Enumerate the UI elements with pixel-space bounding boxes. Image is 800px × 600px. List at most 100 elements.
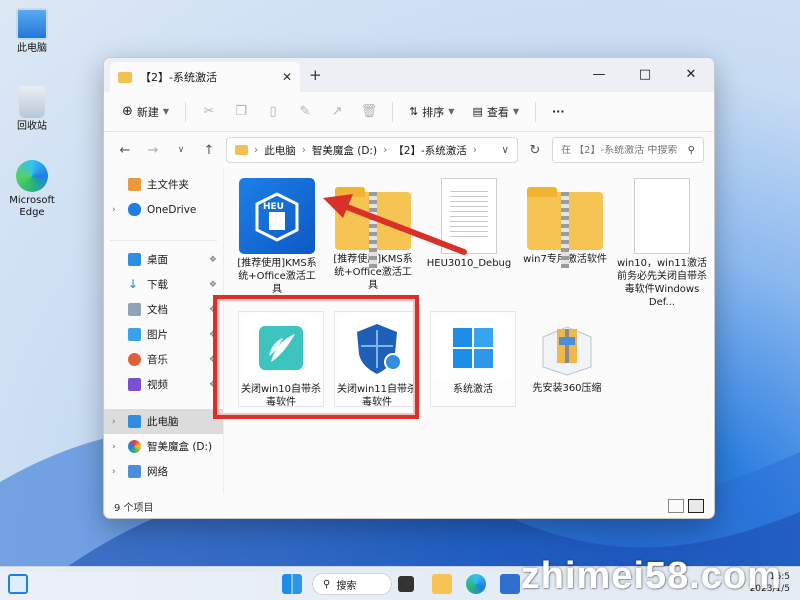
maximize-button[interactable]: □	[622, 58, 668, 90]
address-bar-row: ← → ∨ ↑ › 此电脑 › 智美魔盒 (D:) › 【2】-系统激活 › ∨…	[104, 132, 714, 168]
up-arrow-icon[interactable]: ↑	[198, 143, 220, 158]
sidebar-item-onedrive[interactable]: › OneDrive	[104, 197, 223, 222]
sidebar-item-network[interactable]: › 网络	[104, 459, 223, 484]
zip-folder-icon	[335, 187, 411, 268]
download-icon: ↓	[128, 277, 139, 291]
new-tab-button[interactable]: +	[309, 66, 322, 84]
sidebar-item-label: 网络	[147, 466, 168, 478]
chevron-right-icon[interactable]: ›	[112, 442, 122, 452]
breadcrumb-item[interactable]: 智美魔盒 (D:)	[312, 143, 377, 158]
chevron-right-icon: ›	[301, 144, 306, 156]
sort-button[interactable]: ⇅ 排序 ▼	[403, 100, 460, 124]
edge-taskbar-icon[interactable]	[466, 574, 486, 594]
file-item-kms-zip[interactable]: [推荐使用]KMS系统+Office激活工具	[330, 178, 416, 292]
sidebar-divider	[110, 240, 217, 241]
sidebar-item-music[interactable]: 音乐 ❖	[104, 347, 223, 372]
chevron-right-icon[interactable]: ›	[112, 467, 122, 477]
shield-icon	[339, 316, 415, 380]
new-button-label: 新建	[136, 105, 159, 119]
desktop-icon-edge[interactable]: Microsoft Edge	[0, 160, 64, 219]
pin-icon: ❖	[208, 354, 217, 365]
file-item-system-activation[interactable]: 系统激活	[430, 311, 516, 407]
start-windows-logo-icon[interactable]	[282, 574, 302, 594]
sidebar-item-this-pc[interactable]: › 此电脑	[104, 409, 223, 434]
search-icon: ⚲	[687, 144, 695, 156]
recent-chevron-icon[interactable]: ∨	[170, 145, 192, 155]
sidebar-item-label: 主文件夹	[147, 179, 189, 191]
taskbar-search-button[interactable]: ⚲ 搜索	[312, 573, 392, 595]
sidebar-item-documents[interactable]: 文档 ❖	[104, 297, 223, 322]
file-explorer-taskbar-icon[interactable]	[432, 574, 452, 594]
back-arrow-icon[interactable]: ←	[114, 143, 136, 158]
sidebar-item-label: OneDrive	[147, 203, 197, 216]
sidebar-item-drive-d[interactable]: › 智美魔盒 (D:)	[104, 434, 223, 459]
sidebar-item-label: 此电脑	[147, 416, 179, 428]
refresh-icon[interactable]: ↻	[524, 143, 546, 158]
pin-icon: ❖	[208, 279, 217, 290]
close-button[interactable]: ✕	[668, 58, 714, 90]
home-icon	[128, 178, 141, 191]
navigation-pane: 主文件夹 › OneDrive 桌面 ❖ ↓ 下载 ❖ 文档 ❖ 图片 ❖ 音乐…	[104, 168, 224, 494]
cut-icon[interactable]: ✂	[196, 101, 222, 123]
document-icon	[441, 178, 497, 254]
sort-button-label: 排序	[422, 105, 445, 119]
file-item-win7-zip[interactable]: win7专用激活软件	[522, 178, 608, 268]
view-button[interactable]: ▤ 查看 ▼	[466, 100, 525, 124]
sidebar-item-downloads[interactable]: ↓ 下载 ❖	[104, 272, 223, 297]
file-name: 先安装360压缩	[532, 383, 602, 394]
sidebar-item-label: 下载	[147, 279, 168, 291]
file-item-360-zip[interactable]: 先安装360压缩	[524, 315, 610, 395]
new-button[interactable]: ⊕ 新建 ▼	[116, 100, 175, 124]
search-input[interactable]	[561, 144, 688, 156]
chevron-right-icon: ›	[383, 144, 388, 156]
chevron-down-icon[interactable]: ∨	[501, 144, 509, 156]
item-count: 9 个项目	[114, 502, 154, 514]
command-bar: ⊕ 新建 ▼ ✂ ❐ ▯ ✎ ↗ 🗑 ⇅ 排序 ▼ ▤ 查看 ▼ ···	[104, 92, 714, 132]
file-name: 关闭win10自带杀毒软件	[240, 384, 322, 408]
large-icons-view-icon[interactable]	[688, 499, 704, 513]
file-item-kms-tool[interactable]: HEU [推荐使用]KMS系统+Office激活工具	[234, 178, 320, 296]
desktop-icon-recycle-bin[interactable]: 回收站	[0, 86, 64, 133]
copy-icon[interactable]: ❐	[228, 101, 254, 123]
more-options-button[interactable]: ···	[546, 101, 571, 122]
rename-icon[interactable]: ✎	[292, 101, 318, 123]
chevron-right-icon[interactable]: ›	[112, 205, 122, 215]
search-box[interactable]: ⚲	[552, 137, 704, 163]
file-item-disable-win10-defender[interactable]: 关闭win10自带杀毒软件	[238, 311, 324, 408]
breadcrumb-item[interactable]: 【2】-系统激活	[393, 143, 466, 158]
forward-arrow-icon[interactable]: →	[142, 143, 164, 158]
desktop-icon-this-pc[interactable]: 此电脑	[0, 8, 64, 55]
sidebar-item-label: 智美魔盒 (D:)	[147, 441, 213, 453]
file-item-disable-win11-defender[interactable]: 关闭win11自带杀毒软件	[334, 311, 420, 408]
sidebar-item-label: 文档	[147, 304, 168, 316]
paste-icon[interactable]: ▯	[260, 101, 286, 123]
task-view-icon[interactable]	[398, 576, 414, 592]
share-icon[interactable]: ↗	[324, 101, 350, 123]
recycle-bin-icon	[19, 86, 45, 118]
main-area: 主文件夹 › OneDrive 桌面 ❖ ↓ 下载 ❖ 文档 ❖ 图片 ❖ 音乐…	[104, 168, 714, 494]
folder-icon	[118, 71, 132, 83]
picture-icon	[128, 328, 141, 341]
details-view-icon[interactable]	[668, 499, 684, 513]
tab-close-button[interactable]: ✕	[282, 70, 292, 84]
minimize-button[interactable]: —	[576, 58, 622, 90]
drive-icon	[128, 440, 141, 453]
delete-icon[interactable]: 🗑	[356, 101, 382, 123]
file-item-heu-debug[interactable]: HEU3010_Debug	[426, 178, 512, 270]
breadcrumb[interactable]: › 此电脑 › 智美魔盒 (D:) › 【2】-系统激活 › ∨	[226, 137, 518, 163]
view-button-label: 查看	[486, 105, 509, 119]
file-item-readme[interactable]: win10，win11激活前务必先关闭自带杀毒软件Windows Def...	[616, 178, 708, 309]
sidebar-item-desktop[interactable]: 桌面 ❖	[104, 247, 223, 272]
sidebar-item-home[interactable]: 主文件夹	[104, 172, 223, 197]
tab-current-folder[interactable]: 【2】-系统激活 ✕	[110, 62, 300, 92]
chevron-down-icon: ▼	[512, 107, 519, 116]
sidebar-item-pictures[interactable]: 图片 ❖	[104, 322, 223, 347]
widgets-icon[interactable]	[8, 574, 28, 594]
sidebar-item-videos[interactable]: 视频 ❖	[104, 372, 223, 397]
toolbar-divider	[185, 101, 187, 122]
desktop-icon-label: 回收站	[17, 121, 47, 132]
chevron-right-icon[interactable]: ›	[112, 417, 122, 427]
store-icon[interactable]	[500, 574, 520, 594]
breadcrumb-item[interactable]: 此电脑	[264, 143, 296, 158]
blank-document-icon	[634, 178, 690, 254]
